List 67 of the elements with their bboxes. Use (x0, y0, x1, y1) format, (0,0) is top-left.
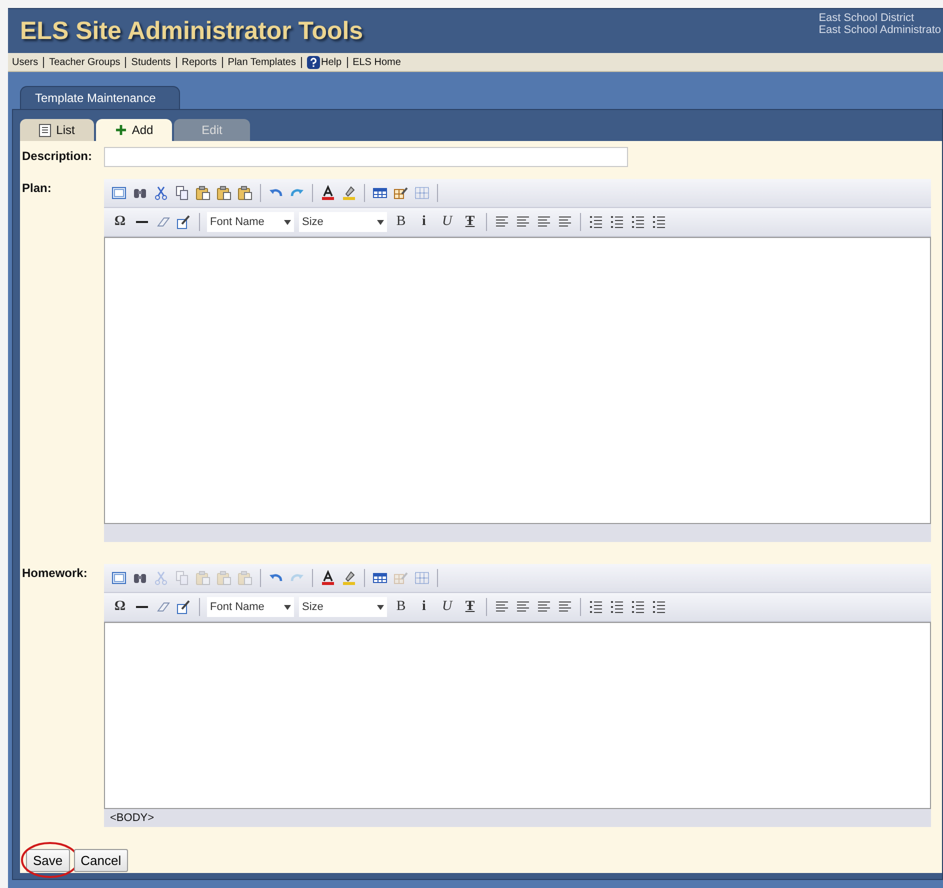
nav-link[interactable]: Students (131, 56, 171, 68)
nav-link[interactable]: Plan Templates (228, 56, 296, 68)
nav-link[interactable]: Help (320, 56, 342, 68)
nav-link[interactable]: Teacher Groups (49, 56, 120, 68)
field-label: Plan: (22, 180, 52, 197)
list-icon[interactable] (651, 214, 667, 230)
tag-path: <BODY> (110, 812, 154, 824)
caret-icon[interactable] (377, 604, 384, 610)
list-icon[interactable] (630, 214, 646, 230)
edit-icon[interactable] (176, 214, 192, 230)
list-icon[interactable] (588, 599, 604, 615)
format-button[interactable]: B (392, 599, 410, 615)
description-field[interactable] (104, 147, 628, 167)
caret-icon[interactable] (377, 220, 384, 224)
format-button[interactable]: Ŧ (461, 214, 479, 230)
format-button[interactable]: U (438, 599, 456, 615)
nav-link[interactable]: Users (12, 56, 38, 68)
table-edit-icon[interactable] (393, 185, 409, 201)
tab[interactable]: List (20, 119, 94, 141)
paste-icon[interactable] (237, 185, 253, 201)
font-color-icon[interactable] (320, 185, 336, 201)
help-icon[interactable] (306, 56, 320, 68)
plus-icon (114, 124, 127, 136)
list-icon[interactable] (588, 214, 604, 230)
highlight-icon[interactable] (341, 570, 357, 586)
caret-icon[interactable] (284, 220, 291, 224)
font-name-dropdown[interactable]: Font Name (207, 597, 294, 617)
district-name: East School District (818, 12, 916, 24)
app-title: ELS Site Administrator Tools (20, 16, 364, 46)
font-size-dropdown[interactable]: Size (299, 597, 387, 617)
format-button[interactable]: B (392, 214, 410, 230)
section-tab[interactable]: Template Maintenance (20, 86, 180, 109)
caret-icon[interactable] (284, 604, 291, 610)
grid-icon[interactable] (414, 570, 430, 586)
format-button[interactable]: U (438, 214, 456, 230)
copy-icon[interactable] (174, 185, 190, 201)
frame-icon[interactable] (111, 185, 127, 201)
paste-icon[interactable] (216, 185, 232, 201)
account-name: East School Administrato (818, 24, 941, 36)
format-button[interactable]: Ŧ (461, 599, 479, 615)
list-icon[interactable] (630, 599, 646, 615)
format-button[interactable]: Ω (111, 599, 129, 615)
font-name-dropdown[interactable]: Font Name (207, 212, 294, 232)
font-size-dropdown[interactable]: Size (299, 212, 387, 232)
highlight-icon[interactable] (341, 185, 357, 201)
table-icon[interactable] (372, 185, 388, 201)
format-button[interactable]: Ω (111, 214, 129, 230)
list-icon[interactable] (609, 599, 625, 615)
field-label: Homework: (22, 565, 88, 582)
form-button[interactable]: Save (26, 849, 70, 872)
format-button[interactable]: i (415, 599, 433, 615)
grid-icon[interactable] (414, 185, 430, 201)
form-button[interactable]: Cancel (74, 849, 128, 872)
table-icon[interactable] (372, 570, 388, 586)
field-label: Description: (22, 148, 94, 165)
nav-link[interactable]: ELS Home (352, 56, 401, 68)
frame-icon[interactable] (111, 570, 127, 586)
list-icon[interactable] (609, 214, 625, 230)
format-button[interactable]: i (415, 214, 433, 230)
cut-icon[interactable] (153, 185, 169, 201)
list-icon (39, 124, 52, 136)
font-color-icon[interactable] (320, 570, 336, 586)
edit-icon[interactable] (176, 599, 192, 615)
tab[interactable]: Add (96, 119, 172, 141)
nav-link[interactable]: Reports (182, 56, 217, 68)
list-icon[interactable] (651, 599, 667, 615)
paste-icon[interactable] (195, 185, 211, 201)
